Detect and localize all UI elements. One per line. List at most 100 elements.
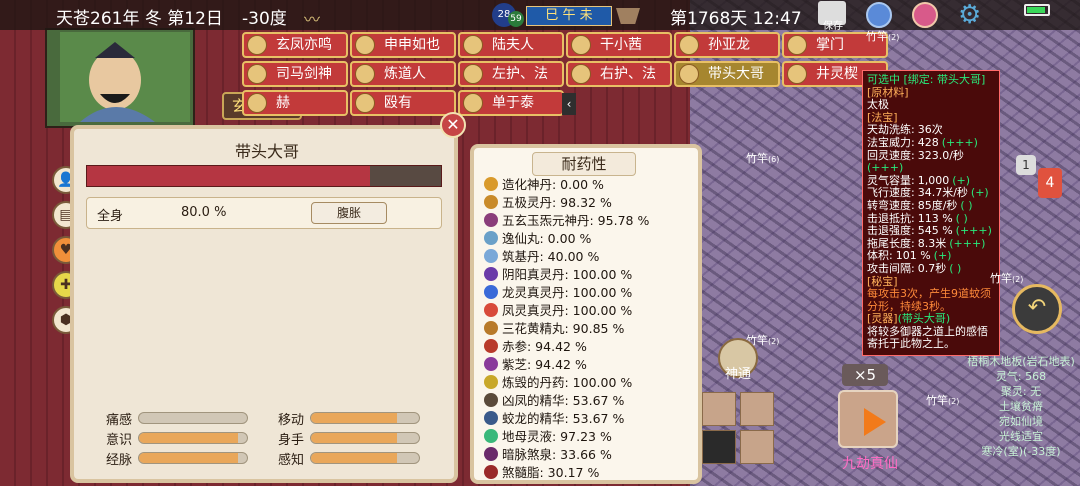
tab-character[interactable]: 右护、法: [566, 61, 672, 87]
artifact-stat-k: 灵气容量:: [867, 173, 915, 187]
artifact-stat-v: 0.7秒: [917, 261, 947, 275]
character-avatar-icon: [247, 35, 267, 55]
resistance-text: 筑基丹: 40.00 %: [502, 249, 600, 264]
tab-label: 殴有: [384, 95, 412, 111]
character-avatar-icon: [679, 64, 699, 84]
stat-bar: [138, 412, 248, 424]
artifact-stat-k: 拖尾长度:: [867, 236, 915, 250]
body-part-value: 80.0 %: [181, 205, 227, 220]
hourglass-icon: [616, 8, 640, 24]
character-avatar-icon: [571, 64, 591, 84]
artifact-stat-tag: ( ): [955, 211, 968, 225]
artifact-header: 可选中 [绑定: 带头大哥]: [867, 73, 986, 86]
artifact-stat-k: 法宝威力:: [867, 135, 915, 149]
artifact-stat-v: 323.0/秒: [917, 148, 964, 162]
tab-character[interactable]: 申申如也: [350, 32, 456, 58]
tab-character[interactable]: 玄凤亦鸣: [242, 32, 348, 58]
tool-tile-icon[interactable]: [702, 392, 736, 426]
character-avatar-icon: [679, 35, 699, 55]
pill-icon: [484, 357, 498, 371]
artifact-stat-v: 113 %: [917, 211, 953, 225]
tile-info-line: 土壤贫瘠: [999, 400, 1043, 413]
tab-character[interactable]: 带头大哥: [674, 61, 780, 87]
shentong-label[interactable]: 神通: [718, 363, 758, 382]
realm-label: 九劫真仙: [842, 456, 898, 472]
tab-character[interactable]: 干小茜: [566, 32, 672, 58]
temperature: -30度: [242, 9, 287, 29]
pill-icon: [484, 465, 498, 479]
play-button[interactable]: [838, 390, 898, 448]
tool-tile-icon[interactable]: [740, 430, 774, 464]
body-part-row[interactable]: 全身 80.0 % 腹胀: [86, 197, 442, 229]
tab-character[interactable]: 赫: [242, 90, 348, 116]
tool-tile-icon[interactable]: [702, 430, 736, 464]
health-bar: [86, 165, 442, 187]
tab-label: 掌门: [816, 37, 844, 53]
character-avatar-icon: [463, 35, 483, 55]
tab-label: 玄凤亦鸣: [276, 37, 332, 53]
tab-character[interactable]: 左护、法: [458, 61, 564, 87]
character-portrait[interactable]: [60, 32, 190, 122]
stat-grid: 痛感 移动 意识 身手 经脉 感知: [86, 399, 442, 481]
bamboo-label: 竹竿(2): [990, 272, 1024, 285]
tab-label: 申申如也: [384, 37, 440, 53]
artifact-stat-v: 34.7米/秒: [917, 186, 968, 200]
pill-icon: [484, 285, 498, 299]
character-avatar-icon: [571, 35, 591, 55]
palette-icon[interactable]: [912, 2, 938, 28]
resistance-item: 蛟龙的精华: 53.67 %: [484, 408, 624, 426]
compass-icon[interactable]: [866, 2, 892, 28]
resistance-text: 龙灵真灵丹: 100.00 %: [502, 285, 633, 300]
artifact-stat-line: 击退强度: 545 % (+++): [867, 224, 995, 238]
stat-bar-fill: [139, 453, 239, 463]
artifact-stat-v: 545 %: [917, 224, 953, 238]
tool-tile-icon[interactable]: [740, 392, 774, 426]
bamboo-label: 竹竿(6): [746, 152, 780, 165]
tab-character[interactable]: 单于泰: [458, 90, 564, 116]
artifact-spirit-text: 将较多御器之道上的感悟寄托于此物之上。: [867, 324, 988, 351]
artifact-stat-line: 攻击间隔: 0.7秒( ): [867, 261, 995, 276]
resistance-text: 凤灵真灵丹: 100.00 %: [502, 303, 633, 318]
bamboo-label: 竹竿(2): [926, 394, 960, 407]
resistance-text: 造化神丹: 0.00 %: [502, 177, 604, 192]
tab-character[interactable]: 炼道人: [350, 61, 456, 87]
notification-count-badge[interactable]: 1: [1016, 155, 1036, 175]
back-arrow-icon[interactable]: ↶: [1012, 284, 1062, 334]
moon-phase-icon-2: 59: [508, 11, 524, 27]
resistance-text: 凶凤的精华: 53.67 %: [502, 393, 625, 408]
resistance-item: 炼毁的丹药: 100.00 %: [484, 372, 632, 390]
stat-bar-fill: [311, 433, 398, 443]
resistance-text: 逸仙丸: 0.00 %: [502, 231, 592, 246]
resistance-text: 暗脉煞泉: 33.66 %: [502, 447, 612, 462]
pill-icon: [484, 429, 498, 443]
day-clock: 第1768天 12:47: [670, 9, 802, 29]
close-button[interactable]: ✕: [440, 112, 466, 138]
artifact-stat-tag: ( ): [960, 198, 973, 212]
speed-indicator[interactable]: ×5: [842, 364, 888, 386]
condition-tag[interactable]: 腹胀: [311, 202, 387, 224]
resistance-item: 紫芝: 94.42 %: [484, 354, 587, 372]
tab-character[interactable]: 陆夫人: [458, 32, 564, 58]
resistance-item: 赤参: 94.42 %: [484, 336, 587, 354]
resistance-item: 凶凤的精华: 53.67 %: [484, 390, 624, 408]
pill-icon: [484, 393, 498, 407]
stat-label: 身手: [278, 433, 305, 448]
tab-character[interactable]: 殴有: [350, 90, 456, 116]
tab-label: 左护、法: [492, 66, 548, 82]
alert-badge[interactable]: 4: [1038, 168, 1062, 198]
tile-info-line: 光线适宜: [999, 430, 1043, 443]
resistance-item: 阴阳真灵丹: 100.00 %: [484, 264, 632, 282]
gear-icon[interactable]: ⚙: [958, 0, 981, 30]
stat-label: 意识: [106, 433, 133, 448]
bamboo-label: 竹竿(2): [866, 30, 900, 43]
artifact-stat-tag: (+++): [955, 224, 992, 238]
artifact-stat-tag: (+++): [867, 161, 904, 175]
tab-character[interactable]: 孙亚龙: [674, 32, 780, 58]
battery-icon: [1024, 4, 1050, 16]
save-label[interactable]: 保存: [818, 17, 848, 32]
collapse-tabs-button[interactable]: ‹: [562, 93, 576, 115]
artifact-stat-k: 天劫洗练:: [867, 123, 915, 137]
tab-character[interactable]: 司马剑神: [242, 61, 348, 87]
stat-label: 经脉: [106, 453, 133, 468]
time-of-day-indicator: 巳 午 未: [526, 6, 612, 26]
